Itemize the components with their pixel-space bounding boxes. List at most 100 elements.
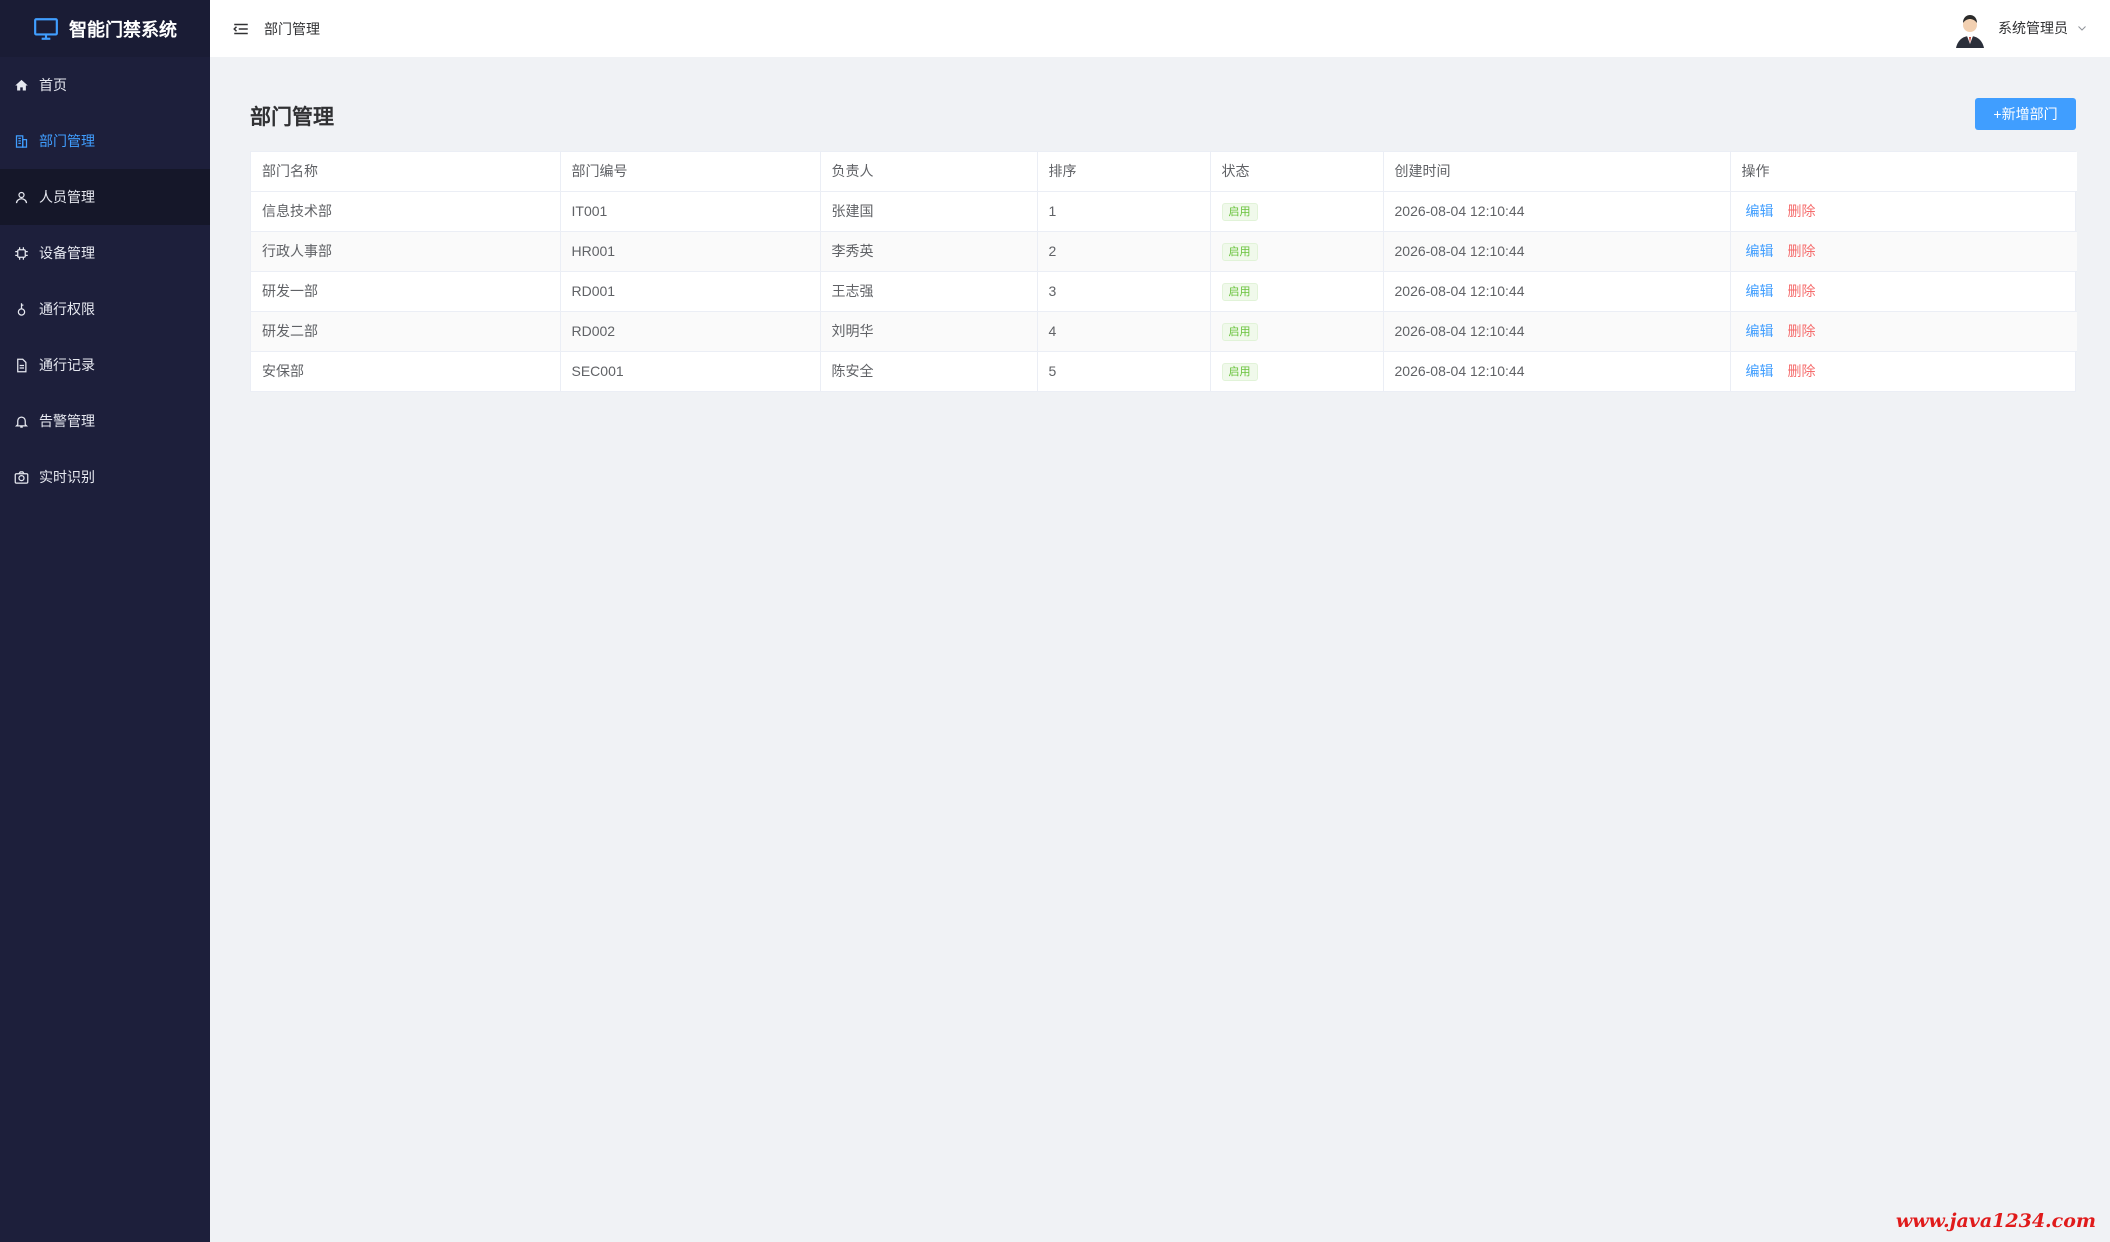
document-icon [17,358,27,372]
cell-name: 信息技术部 [251,191,561,232]
cell-status: 启用 [1210,271,1384,312]
sidebar-item-personnel[interactable]: 人员管理 [0,169,210,225]
cell-manager: 张建国 [820,191,1038,232]
avatar [1950,8,1990,48]
cell-created: 2026-08-04 12:10:44 [1383,271,1731,312]
sidebar-item-label: 告警管理 [39,413,95,429]
cell-name: 研发一部 [251,271,561,312]
sidebar-item-label: 通行权限 [39,301,95,317]
sidebar-item-devices[interactable]: 设备管理 [0,225,210,281]
cell-name: 安保部 [251,351,561,391]
column-header-created: 创建时间 [1383,152,1731,192]
watermark: www.java1234.com [1895,1210,2096,1232]
delete-link[interactable]: 删除 [1788,363,1816,379]
delete-link[interactable]: 删除 [1788,203,1816,219]
delete-link[interactable]: 删除 [1788,243,1816,259]
key-icon [17,302,26,316]
cell-name: 行政人事部 [251,231,561,272]
app-title: 智能门禁系统 [69,19,177,40]
cell-created: 2026-08-04 12:10:44 [1383,351,1731,391]
department-table: 部门名称 部门编号 负责人 排序 状态 创建时间 操作 信息技术部 IT001 … [250,151,2077,392]
delete-link[interactable]: 删除 [1788,283,1816,299]
cell-status: 启用 [1210,191,1384,232]
cell-status: 启用 [1210,351,1384,391]
column-header-order: 排序 [1037,152,1211,192]
cell-created: 2026-08-04 12:10:44 [1383,311,1731,352]
sidebar-item-label: 人员管理 [39,189,95,205]
camera-icon [14,470,29,484]
cell-order: 5 [1037,351,1211,391]
add-department-button[interactable]: +新增部门 [1975,98,2076,130]
bell-icon [14,416,29,428]
column-header-code: 部门编号 [560,152,821,192]
sidebar-item-label: 设备管理 [39,245,95,261]
app-logo: 智能门禁系统 [0,0,210,57]
column-header-name: 部门名称 [251,152,561,192]
cell-created: 2026-08-04 12:10:44 [1383,191,1731,232]
building-icon [15,134,28,148]
column-header-manager: 负责人 [820,152,1038,192]
user-menu[interactable]: 系统管理员 [1950,8,2088,48]
chevron-down-icon [2078,26,2086,31]
delete-link[interactable]: 删除 [1788,323,1816,339]
top-header: 部门管理 系统管理员 [210,0,2110,57]
cell-code: SEC001 [560,351,821,391]
status-badge: 启用 [1221,282,1258,301]
breadcrumb[interactable]: 部门管理 [264,19,320,39]
cell-code: HR001 [560,231,821,272]
cell-manager: 王志强 [820,271,1038,312]
sidebar-item-access-permissions[interactable]: 通行权限 [0,281,210,337]
table-row: 研发二部 RD002 刘明华 4 启用 2026-08-04 12:10:44 … [251,311,2077,352]
sidebar-item-access-records[interactable]: 通行记录 [0,337,210,393]
cell-status: 启用 [1210,311,1384,352]
cpu-icon [15,246,28,260]
cell-status: 启用 [1210,231,1384,272]
table-row: 安保部 SEC001 陈安全 5 启用 2026-08-04 12:10:44 … [251,351,2077,391]
status-badge: 启用 [1221,322,1258,341]
status-badge: 启用 [1221,202,1258,221]
status-badge: 启用 [1221,362,1258,381]
cell-manager: 刘明华 [820,311,1038,352]
cell-actions: 编辑 删除 [1730,231,2077,272]
edit-link[interactable]: 编辑 [1746,243,1774,259]
main-content: 部门管理 +新增部门 部门名称 部门编号 负责人 排序 状态 创建时间 操作 信… [210,57,2110,1242]
status-badge: 启用 [1221,242,1258,261]
menu-fold-icon[interactable] [232,20,250,38]
table-row: 行政人事部 HR001 李秀英 2 启用 2026-08-04 12:10:44… [251,231,2077,272]
home-icon [15,79,28,90]
table-header-row: 部门名称 部门编号 负责人 排序 状态 创建时间 操作 [251,152,2077,192]
cell-actions: 编辑 删除 [1730,191,2077,232]
sidebar-item-home[interactable]: 首页 [0,57,210,113]
cell-manager: 李秀英 [820,231,1038,272]
sidebar-item-label: 部门管理 [39,133,95,149]
edit-link[interactable]: 编辑 [1746,283,1774,299]
monitor-icon [34,17,58,40]
sidebar-item-label: 通行记录 [39,357,95,373]
table-row: 信息技术部 IT001 张建国 1 启用 2026-08-04 12:10:44… [251,191,2077,232]
cell-order: 4 [1037,311,1211,352]
sidebar-item-departments[interactable]: 部门管理 [0,113,210,169]
sidebar-item-alarms[interactable]: 告警管理 [0,393,210,449]
column-header-actions: 操作 [1730,152,2077,192]
user-name: 系统管理员 [1998,20,2068,36]
page-title: 部门管理 [250,106,334,129]
cell-code: RD002 [560,311,821,352]
user-icon [15,191,28,203]
cell-actions: 编辑 删除 [1730,311,2077,352]
sidebar-item-realtime-recognition[interactable]: 实时识别 [0,449,210,505]
edit-link[interactable]: 编辑 [1746,363,1774,379]
cell-name: 研发二部 [251,311,561,352]
edit-link[interactable]: 编辑 [1746,323,1774,339]
cell-code: IT001 [560,191,821,232]
cell-code: RD001 [560,271,821,312]
column-header-status: 状态 [1210,152,1384,192]
cell-order: 1 [1037,191,1211,232]
sidebar: 智能门禁系统 首页 部门管理 人员管理 设备管理 通行权限 通行记录 告警管理 … [0,0,210,1242]
edit-link[interactable]: 编辑 [1746,203,1774,219]
cell-actions: 编辑 删除 [1730,271,2077,312]
cell-manager: 陈安全 [820,351,1038,391]
cell-created: 2026-08-04 12:10:44 [1383,231,1731,272]
sidebar-item-label: 首页 [39,77,67,93]
cell-order: 3 [1037,271,1211,312]
sidebar-item-label: 实时识别 [39,469,95,485]
